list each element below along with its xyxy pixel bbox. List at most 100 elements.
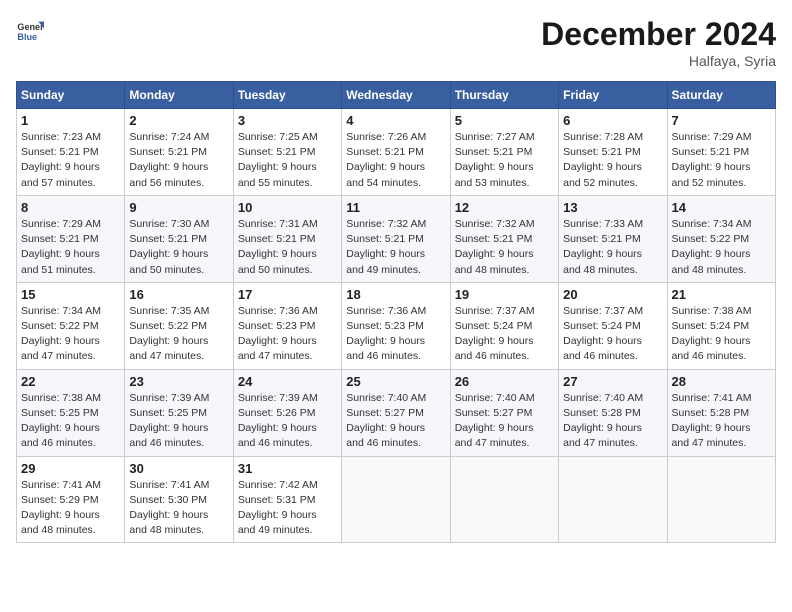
day-number: 2: [129, 113, 228, 128]
empty-cell: [559, 456, 667, 543]
day-number: 3: [238, 113, 337, 128]
day-number: 20: [563, 287, 662, 302]
day-cell-18: 18 Sunrise: 7:36 AMSunset: 5:23 PMDayligh…: [342, 282, 450, 369]
day-number: 17: [238, 287, 337, 302]
day-number: 13: [563, 200, 662, 215]
empty-cell: [342, 456, 450, 543]
day-info: Sunrise: 7:39 AMSunset: 5:25 PMDaylight:…: [129, 391, 228, 452]
empty-cell: [450, 456, 558, 543]
week-row-2: 8 Sunrise: 7:29 AMSunset: 5:21 PMDaylight…: [17, 195, 776, 282]
day-info: Sunrise: 7:38 AMSunset: 5:25 PMDaylight:…: [21, 391, 120, 452]
weekday-thursday: Thursday: [450, 82, 558, 109]
day-number: 9: [129, 200, 228, 215]
logo-icon: General Blue: [16, 16, 44, 44]
day-cell-24: 24 Sunrise: 7:39 AMSunset: 5:26 PMDayligh…: [233, 369, 341, 456]
day-cell-28: 28 Sunrise: 7:41 AMSunset: 5:28 PMDayligh…: [667, 369, 775, 456]
calendar-table: SundayMondayTuesdayWednesdayThursdayFrid…: [16, 81, 776, 543]
day-cell-25: 25Sunrise: 7:40 AMSunset: 5:27 PMDayligh…: [342, 369, 450, 456]
day-info: Sunrise: 7:23 AMSunset: 5:21 PMDaylight:…: [21, 130, 120, 191]
week-row-3: 15 Sunrise: 7:34 AMSunset: 5:22 PMDayligh…: [17, 282, 776, 369]
day-info: Sunrise: 7:32 AMSunset: 5:21 PMDaylight:…: [346, 217, 445, 278]
day-number: 27: [563, 374, 662, 389]
day-cell-2: 2Sunrise: 7:24 AMSunset: 5:21 PMDaylight…: [125, 109, 233, 196]
weekday-friday: Friday: [559, 82, 667, 109]
day-cell-9: 9Sunrise: 7:30 AMSunset: 5:21 PMDaylight…: [125, 195, 233, 282]
day-cell-23: 23Sunrise: 7:39 AMSunset: 5:25 PMDayligh…: [125, 369, 233, 456]
day-info: Sunrise: 7:29 AMSunset: 5:21 PMDaylight:…: [21, 217, 120, 278]
logo: General Blue: [16, 16, 44, 44]
day-info: Sunrise: 7:40 AMSunset: 5:28 PMDaylight:…: [563, 391, 662, 452]
day-cell-7: 7 Sunrise: 7:29 AMSunset: 5:21 PMDaylight…: [667, 109, 775, 196]
day-cell-3: 3Sunrise: 7:25 AMSunset: 5:21 PMDaylight…: [233, 109, 341, 196]
day-cell-8: 8 Sunrise: 7:29 AMSunset: 5:21 PMDaylight…: [17, 195, 125, 282]
day-info: Sunrise: 7:27 AMSunset: 5:21 PMDaylight:…: [455, 130, 554, 191]
day-number: 29: [21, 461, 120, 476]
day-info: Sunrise: 7:34 AMSunset: 5:22 PMDaylight:…: [21, 304, 120, 365]
day-info: Sunrise: 7:37 AMSunset: 5:24 PMDaylight:…: [563, 304, 662, 365]
day-info: Sunrise: 7:31 AMSunset: 5:21 PMDaylight:…: [238, 217, 337, 278]
day-info: Sunrise: 7:38 AMSunset: 5:24 PMDaylight:…: [672, 304, 771, 365]
day-info: Sunrise: 7:41 AMSunset: 5:28 PMDaylight:…: [672, 391, 771, 452]
day-cell-20: 20 Sunrise: 7:37 AMSunset: 5:24 PMDayligh…: [559, 282, 667, 369]
weekday-sunday: Sunday: [17, 82, 125, 109]
weekday-tuesday: Tuesday: [233, 82, 341, 109]
day-cell-17: 17 Sunrise: 7:36 AMSunset: 5:23 PMDayligh…: [233, 282, 341, 369]
day-cell-19: 19 Sunrise: 7:37 AMSunset: 5:24 PMDayligh…: [450, 282, 558, 369]
day-info: Sunrise: 7:39 AMSunset: 5:26 PMDaylight:…: [238, 391, 337, 452]
day-number: 15: [21, 287, 120, 302]
week-row-5: 29Sunrise: 7:41 AMSunset: 5:29 PMDayligh…: [17, 456, 776, 543]
day-number: 28: [672, 374, 771, 389]
day-number: 4: [346, 113, 445, 128]
svg-text:Blue: Blue: [17, 32, 37, 42]
calendar-body: 1 Sunrise: 7:23 AMSunset: 5:21 PMDaylight…: [17, 109, 776, 543]
weekday-header-row: SundayMondayTuesdayWednesdayThursdayFrid…: [17, 82, 776, 109]
day-cell-1: 1 Sunrise: 7:23 AMSunset: 5:21 PMDaylight…: [17, 109, 125, 196]
day-number: 12: [455, 200, 554, 215]
month-title: December 2024: [541, 16, 776, 53]
weekday-monday: Monday: [125, 82, 233, 109]
day-number: 14: [672, 200, 771, 215]
day-number: 10: [238, 200, 337, 215]
day-cell-14: 14 Sunrise: 7:34 AMSunset: 5:22 PMDayligh…: [667, 195, 775, 282]
day-number: 8: [21, 200, 120, 215]
day-info: Sunrise: 7:37 AMSunset: 5:24 PMDaylight:…: [455, 304, 554, 365]
week-row-4: 22 Sunrise: 7:38 AMSunset: 5:25 PMDayligh…: [17, 369, 776, 456]
day-cell-15: 15 Sunrise: 7:34 AMSunset: 5:22 PMDayligh…: [17, 282, 125, 369]
day-number: 24: [238, 374, 337, 389]
empty-cell: [667, 456, 775, 543]
day-cell-27: 27 Sunrise: 7:40 AMSunset: 5:28 PMDayligh…: [559, 369, 667, 456]
day-info: Sunrise: 7:29 AMSunset: 5:21 PMDaylight:…: [672, 130, 771, 191]
day-info: Sunrise: 7:34 AMSunset: 5:22 PMDaylight:…: [672, 217, 771, 278]
day-number: 19: [455, 287, 554, 302]
day-cell-22: 22 Sunrise: 7:38 AMSunset: 5:25 PMDayligh…: [17, 369, 125, 456]
day-number: 11: [346, 200, 445, 215]
day-number: 1: [21, 113, 120, 128]
day-number: 31: [238, 461, 337, 476]
day-info: Sunrise: 7:36 AMSunset: 5:23 PMDaylight:…: [238, 304, 337, 365]
day-info: Sunrise: 7:33 AMSunset: 5:21 PMDaylight:…: [563, 217, 662, 278]
day-cell-10: 10 Sunrise: 7:31 AMSunset: 5:21 PMDayligh…: [233, 195, 341, 282]
day-cell-11: 11 Sunrise: 7:32 AMSunset: 5:21 PMDayligh…: [342, 195, 450, 282]
day-cell-29: 29Sunrise: 7:41 AMSunset: 5:29 PMDayligh…: [17, 456, 125, 543]
day-number: 18: [346, 287, 445, 302]
day-info: Sunrise: 7:32 AMSunset: 5:21 PMDaylight:…: [455, 217, 554, 278]
day-number: 22: [21, 374, 120, 389]
day-info: Sunrise: 7:40 AMSunset: 5:27 PMDaylight:…: [455, 391, 554, 452]
day-number: 6: [563, 113, 662, 128]
day-cell-13: 13 Sunrise: 7:33 AMSunset: 5:21 PMDayligh…: [559, 195, 667, 282]
day-info: Sunrise: 7:36 AMSunset: 5:23 PMDaylight:…: [346, 304, 445, 365]
day-cell-4: 4Sunrise: 7:26 AMSunset: 5:21 PMDaylight…: [342, 109, 450, 196]
day-number: 7: [672, 113, 771, 128]
week-row-1: 1 Sunrise: 7:23 AMSunset: 5:21 PMDaylight…: [17, 109, 776, 196]
day-info: Sunrise: 7:41 AMSunset: 5:30 PMDaylight:…: [129, 478, 228, 539]
day-info: Sunrise: 7:35 AMSunset: 5:22 PMDaylight:…: [129, 304, 228, 365]
day-info: Sunrise: 7:28 AMSunset: 5:21 PMDaylight:…: [563, 130, 662, 191]
title-block: December 2024 Halfaya, Syria: [541, 16, 776, 69]
day-number: 30: [129, 461, 228, 476]
page-header: General Blue December 2024 Halfaya, Syri…: [16, 16, 776, 69]
weekday-wednesday: Wednesday: [342, 82, 450, 109]
day-cell-26: 26Sunrise: 7:40 AMSunset: 5:27 PMDayligh…: [450, 369, 558, 456]
day-cell-5: 5Sunrise: 7:27 AMSunset: 5:21 PMDaylight…: [450, 109, 558, 196]
day-number: 21: [672, 287, 771, 302]
day-cell-21: 21 Sunrise: 7:38 AMSunset: 5:24 PMDayligh…: [667, 282, 775, 369]
